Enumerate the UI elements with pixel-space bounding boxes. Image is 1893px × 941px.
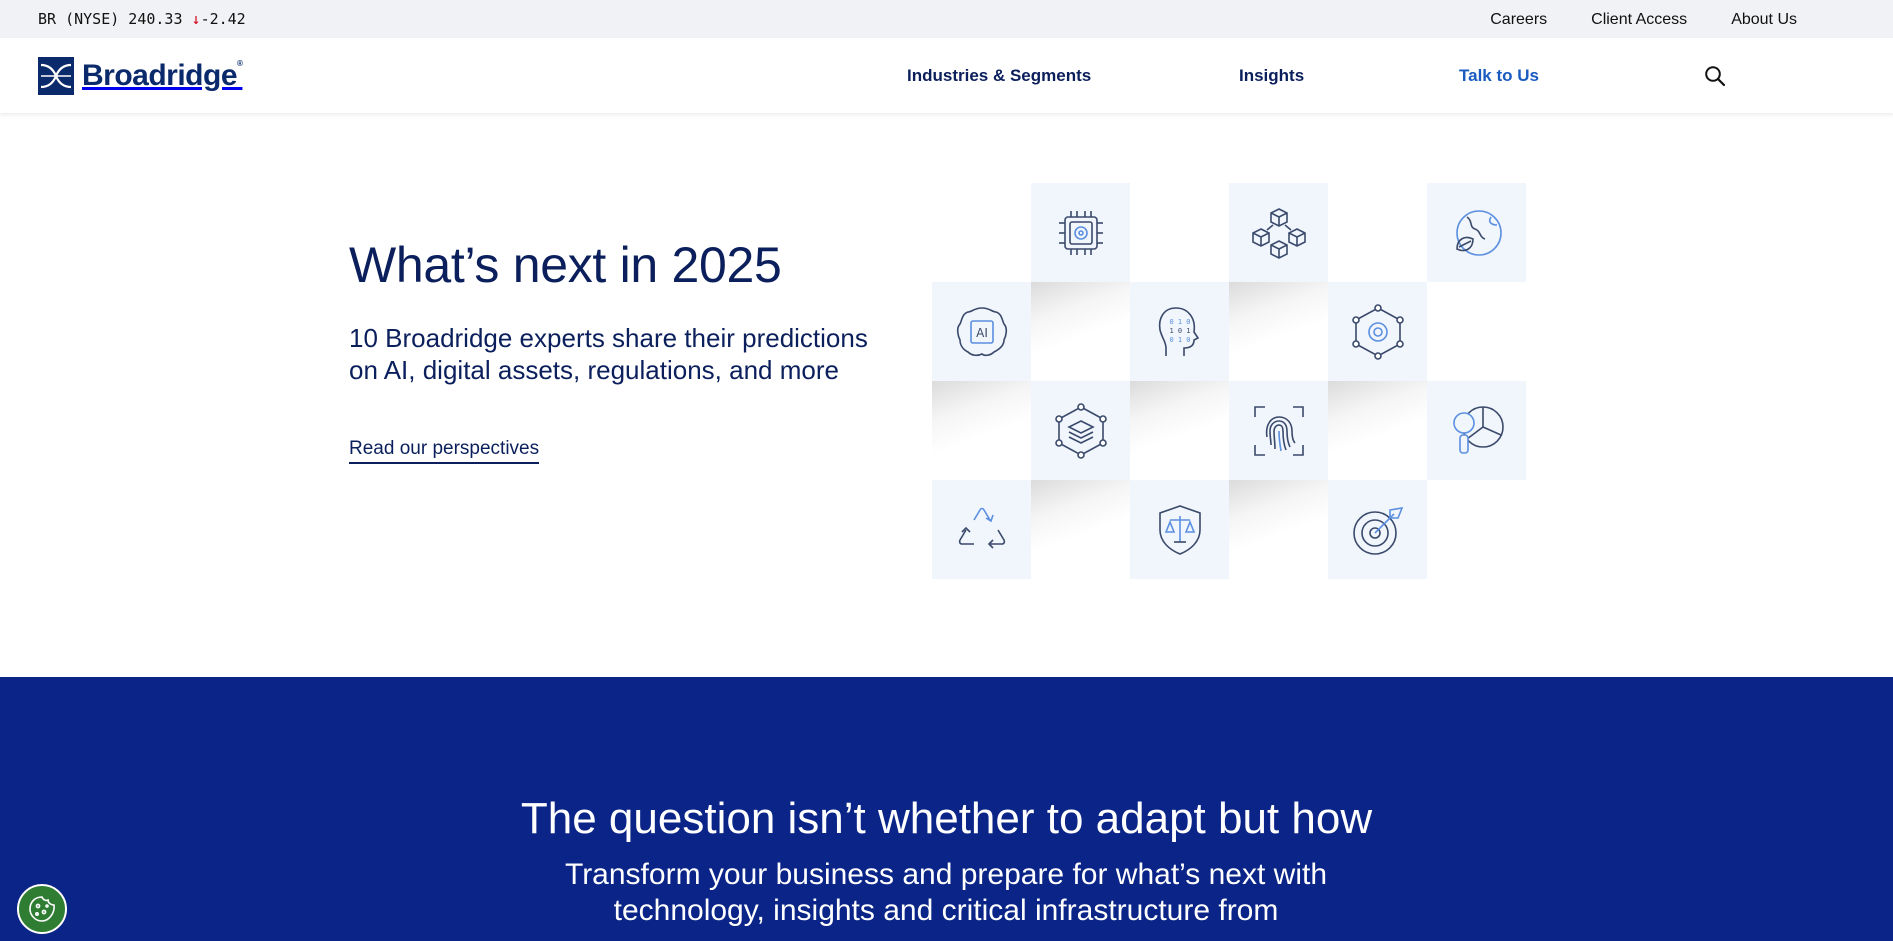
cookie-icon <box>29 896 55 922</box>
fingerprint-icon <box>1253 405 1304 456</box>
nav-talk-to-us[interactable]: Talk to Us <box>1459 38 1539 113</box>
nav-insights[interactable]: Insights <box>1239 38 1304 113</box>
arrow-down-icon: ↓ <box>191 10 201 28</box>
broadridge-logo-icon <box>38 57 74 95</box>
justice-shield-icon <box>1158 504 1201 555</box>
target-icon <box>1352 506 1403 555</box>
about-us-link[interactable]: About Us <box>1731 0 1797 38</box>
globe-leaf-icon <box>1455 209 1502 256</box>
svg-text:AI: AI <box>976 326 988 340</box>
tile-layers <box>1031 381 1130 480</box>
hero-title: What’s next in 2025 <box>349 237 782 293</box>
tile-target <box>1328 480 1427 579</box>
tile-network-gear <box>1328 282 1427 381</box>
adapt-section: The question isn’t whether to adapt but … <box>0 677 1893 941</box>
recycle-icon <box>958 507 1005 549</box>
ticker-price: BR (NYSE) 240.33 <box>38 10 183 28</box>
client-access-link[interactable]: Client Access <box>1591 0 1687 38</box>
mosaic-shadow <box>1229 282 1328 381</box>
tile-fingerprint <box>1229 381 1328 480</box>
hero-subtitle: 10 Broadridge experts share their predic… <box>349 323 868 385</box>
tile-recycle <box>932 480 1031 579</box>
svg-text:0 1 0: 0 1 0 <box>1169 318 1190 326</box>
mosaic-shadow <box>932 381 1031 480</box>
nav-industries-segments[interactable]: Industries & Segments <box>907 38 1091 113</box>
search-icon[interactable] <box>1704 65 1726 87</box>
main-nav: Broadridge® Industries & Segments Insigh… <box>0 38 1893 113</box>
mosaic-shadow <box>1031 480 1130 579</box>
careers-link[interactable]: Careers <box>1490 0 1547 38</box>
svg-text:0 1 0: 0 1 0 <box>1169 336 1190 344</box>
utility-bar: BR (NYSE) 240.33 ↓-2.42 Careers Client A… <box>0 0 1893 38</box>
mosaic-shadow <box>1130 381 1229 480</box>
ai-brain-icon: AI <box>956 306 1007 356</box>
mosaic-shadow <box>1328 381 1427 480</box>
adapt-title: The question isn’t whether to adapt but … <box>520 794 1373 843</box>
logo-wordmark: Broadridge® <box>82 59 243 92</box>
read-perspectives-link[interactable]: Read our perspectives <box>349 438 540 464</box>
mosaic-shadow <box>1229 480 1328 579</box>
tile-chip <box>1031 183 1130 282</box>
stock-ticker: BR (NYSE) 240.33 ↓-2.42 <box>38 0 246 38</box>
icon-mosaic: AI 0 1 0 1 0 1 0 1 0 <box>932 183 1532 581</box>
ticker-change: -2.42 <box>200 10 246 28</box>
tile-cubes <box>1229 183 1328 282</box>
search-pie-icon <box>1452 405 1504 454</box>
network-gear-icon <box>1351 303 1404 360</box>
utility-links: Careers Client Access About Us <box>1490 0 1797 38</box>
data-head-icon: 0 1 0 1 0 1 0 1 0 <box>1158 306 1199 356</box>
layers-hex-icon <box>1054 402 1107 459</box>
cookie-settings-button[interactable] <box>17 884 67 934</box>
mosaic-shadow <box>1031 282 1130 381</box>
cubes-icon <box>1251 207 1306 259</box>
tile-search-pie <box>1427 381 1526 480</box>
tile-data-head: 0 1 0 1 0 1 0 1 0 <box>1130 282 1229 381</box>
tile-justice-shield <box>1130 480 1229 579</box>
svg-text:1 0 1: 1 0 1 <box>1169 327 1190 335</box>
tile-ai-brain: AI <box>932 282 1031 381</box>
broadridge-logo[interactable]: Broadridge® <box>38 56 243 96</box>
adapt-subtitle: Transform your business and prepare for … <box>564 858 1328 927</box>
chip-icon <box>1058 210 1103 255</box>
tile-globe <box>1427 183 1526 282</box>
